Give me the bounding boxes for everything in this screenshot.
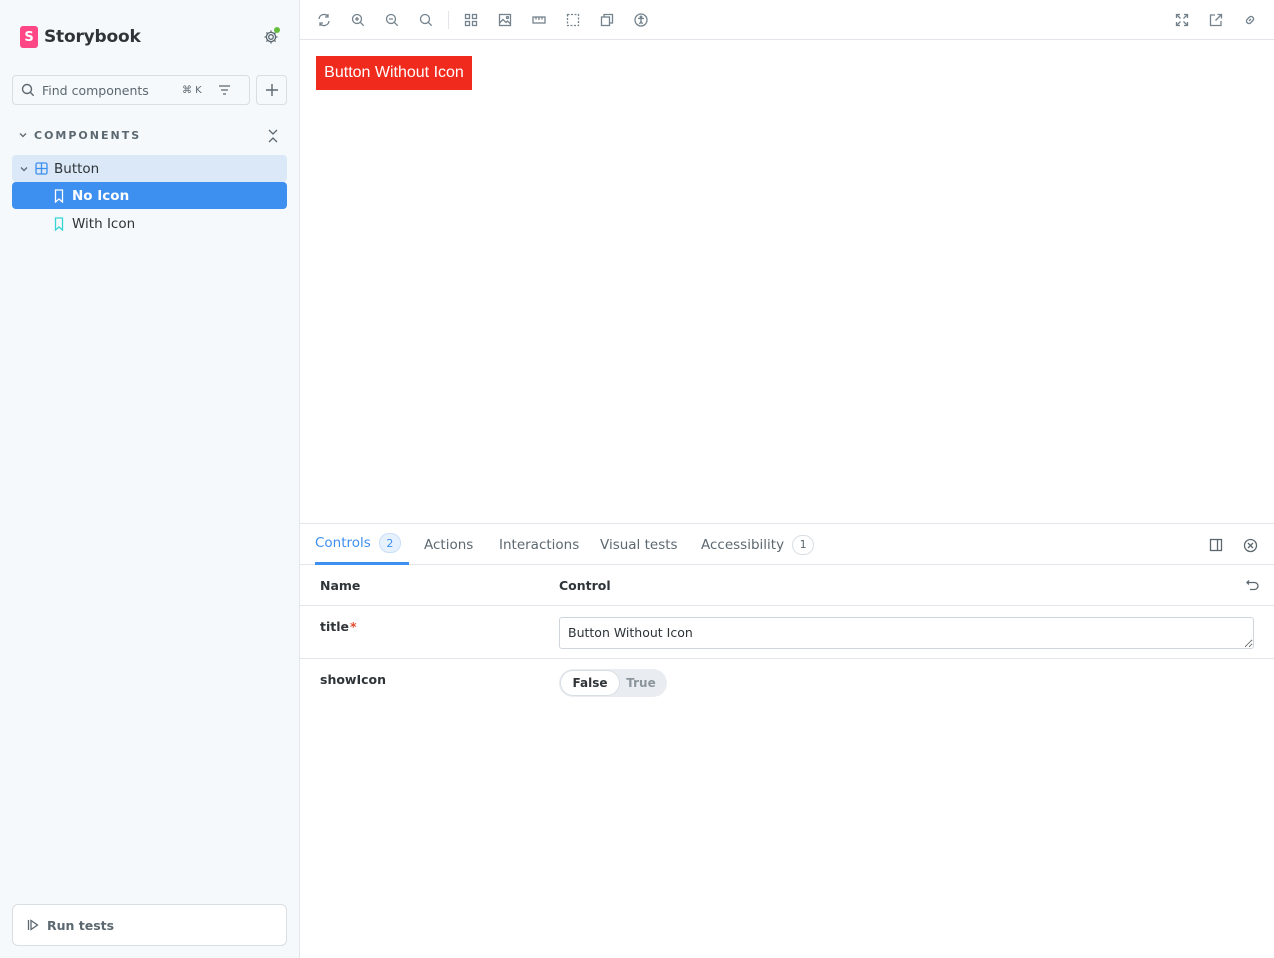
viewport-icon xyxy=(600,13,614,27)
tab-interactions[interactable]: Interactions xyxy=(499,524,579,565)
tree-component-button[interactable]: Button xyxy=(12,155,287,182)
sync-icon xyxy=(318,13,330,27)
settings-button[interactable] xyxy=(259,26,283,48)
tab-actions[interactable]: Actions xyxy=(424,524,473,565)
filter-icon xyxy=(218,85,230,95)
close-icon xyxy=(1243,538,1257,552)
brand-name: Storybook xyxy=(44,27,141,47)
control-name: title* xyxy=(320,619,357,634)
tab-label: Accessibility xyxy=(701,536,785,553)
measure-button[interactable] xyxy=(527,8,551,32)
sidebar: S Storybook ⌘ K COMPONENTS xyxy=(0,0,300,958)
vision-simulator-button[interactable] xyxy=(629,8,653,32)
link-icon xyxy=(1245,15,1255,25)
column-header-name: Name xyxy=(320,578,361,593)
toolbar xyxy=(300,0,1274,40)
tree-story-label: No Icon xyxy=(72,187,130,204)
controls-count-badge: 2 xyxy=(378,533,401,553)
share-alt-icon xyxy=(1209,13,1223,27)
control-row-showicon: showIcon False True xyxy=(300,659,1274,709)
tab-accessibility[interactable]: Accessibility 1 xyxy=(701,524,815,565)
control-row-title: title* Button Without Icon xyxy=(300,606,1274,659)
column-header-control: Control xyxy=(559,578,611,593)
zoom-out-icon xyxy=(385,13,399,27)
tab-visual-tests[interactable]: Visual tests xyxy=(600,524,678,565)
required-mark: * xyxy=(350,619,357,634)
panel-tabs: Controls 2 Actions Interactions Visual t… xyxy=(300,524,1274,565)
storybook-logo: S xyxy=(20,26,38,48)
zoom-reset-button[interactable] xyxy=(414,8,438,32)
search-icon xyxy=(21,83,35,97)
grid-button[interactable] xyxy=(459,8,483,32)
section-title: COMPONENTS xyxy=(34,128,142,142)
panel-orientation-button[interactable] xyxy=(1205,534,1227,556)
zoom-in-icon xyxy=(351,13,365,27)
tab-label: Interactions xyxy=(499,536,580,553)
copy-link-button[interactable] xyxy=(1238,8,1262,32)
title-text-input[interactable]: Button Without Icon xyxy=(559,617,1254,649)
close-panel-button[interactable] xyxy=(1239,534,1261,556)
zoom-in-button[interactable] xyxy=(346,8,370,32)
run-tests-button[interactable]: Run tests xyxy=(12,904,287,946)
photo-icon xyxy=(498,13,512,27)
collapse-all-button[interactable] xyxy=(264,126,282,146)
viewport-button[interactable] xyxy=(595,8,619,32)
expand-icon xyxy=(1175,13,1189,27)
tab-label: Controls xyxy=(315,535,371,551)
plus-icon xyxy=(265,84,278,96)
tree-story-with-icon[interactable]: With Icon xyxy=(12,210,287,237)
tree-component-label: Button xyxy=(54,160,100,177)
search-box: ⌘ K xyxy=(12,75,250,105)
toggle-option-true[interactable]: True xyxy=(619,671,663,695)
undo-icon xyxy=(1245,580,1259,591)
background-button[interactable] xyxy=(493,8,517,32)
sidebar-alt-icon xyxy=(1209,538,1223,552)
open-new-tab-button[interactable] xyxy=(1204,8,1228,32)
outline-button[interactable] xyxy=(561,8,585,32)
chevron-down-icon xyxy=(19,133,27,138)
zoom-out-button[interactable] xyxy=(380,8,404,32)
outline-icon xyxy=(566,13,580,27)
bookmark-icon xyxy=(54,216,64,231)
addons-panel: Controls 2 Actions Interactions Visual t… xyxy=(300,523,1274,958)
tab-label: Actions xyxy=(424,536,474,553)
search-shortcut: ⌘ K xyxy=(182,84,202,96)
reload-story-button[interactable] xyxy=(312,8,336,32)
create-story-button[interactable] xyxy=(256,75,287,105)
control-name-text: title xyxy=(320,619,349,634)
preview-canvas: Button Without Icon xyxy=(300,40,1274,523)
toggle-option-false[interactable]: False xyxy=(561,671,619,695)
tab-controls[interactable]: Controls 2 xyxy=(315,524,409,565)
update-status-dot xyxy=(274,27,280,33)
storybook-brand[interactable]: S Storybook xyxy=(20,26,141,48)
tree-story-label: With Icon xyxy=(72,215,136,232)
zoom-reset-icon xyxy=(419,13,433,27)
accessibility-count-badge: 1 xyxy=(792,534,815,555)
fullscreen-button[interactable] xyxy=(1170,8,1194,32)
components-section-toggle[interactable]: COMPONENTS xyxy=(18,126,284,144)
component-icon xyxy=(35,162,48,175)
toolbar-divider xyxy=(448,11,449,29)
run-tests-label: Run tests xyxy=(47,917,115,933)
bookmark-icon xyxy=(54,188,64,203)
play-icon xyxy=(27,919,39,931)
grid-icon xyxy=(464,13,478,27)
accessibility-icon xyxy=(634,13,648,27)
reset-controls-button[interactable] xyxy=(1242,575,1262,595)
tab-label: Visual tests xyxy=(600,536,678,553)
collapse-icon xyxy=(268,129,278,143)
filter-button[interactable] xyxy=(212,78,236,102)
search-input[interactable] xyxy=(42,82,182,98)
control-name: showIcon xyxy=(320,672,387,687)
tree-story-no-icon[interactable]: No Icon xyxy=(12,182,287,209)
controls-table-header: Name Control xyxy=(300,565,1274,606)
preview-button[interactable]: Button Without Icon xyxy=(316,56,472,90)
showicon-boolean-toggle[interactable]: False True xyxy=(559,669,667,697)
chevron-down-icon xyxy=(20,166,28,171)
ruler-icon xyxy=(532,16,546,24)
